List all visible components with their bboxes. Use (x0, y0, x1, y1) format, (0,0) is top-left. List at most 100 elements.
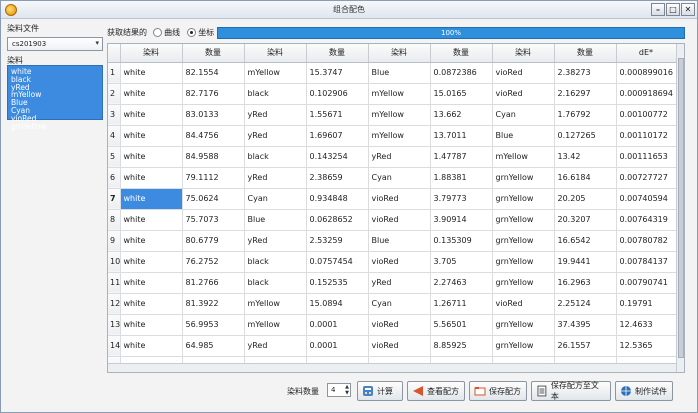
table-cell[interactable]: 0.00784137 (616, 251, 677, 273)
table-cell[interactable]: 1.26711 (430, 293, 493, 315)
column-header[interactable]: dE* (616, 44, 677, 63)
table-row[interactable]: 5 white 84.9588 black 0.143254 yRed 1.47787 mYe… (108, 146, 677, 168)
table-cell[interactable]: Cyan (492, 104, 555, 126)
coord-radio-label[interactable]: 坐标 (198, 28, 214, 37)
row-number[interactable]: 2 (108, 83, 121, 105)
table-cell[interactable]: 12.4633 (616, 314, 677, 336)
table-cell[interactable]: 3.90914 (430, 209, 493, 231)
table-cell[interactable]: 0.00780782 (616, 230, 677, 252)
table-cell[interactable]: 0.0872386 (430, 62, 493, 84)
table-cell[interactable]: vioRed (368, 251, 431, 273)
table-cell[interactable]: 15.3747 (306, 62, 369, 84)
table-cell[interactable]: 2.38273 (554, 62, 617, 84)
table-cell[interactable]: white (120, 83, 183, 105)
table-cell[interactable]: 75.0624 (182, 188, 245, 210)
table-cell[interactable]: 0.934848 (306, 188, 369, 210)
horizontal-scrollbar[interactable] (108, 363, 676, 372)
table-cell[interactable]: black (244, 251, 307, 273)
table-row[interactable]: 11 white 81.2766 black 0.152535 yRed 2.27463 gr… (108, 272, 677, 294)
table-cell[interactable]: 82.1554 (182, 62, 245, 84)
curve-radio-label[interactable]: 曲线 (164, 28, 180, 37)
row-number[interactable]: 1 (108, 62, 121, 84)
table-cell[interactable]: vioRed (368, 188, 431, 210)
table-row[interactable]: 10 white 76.2752 black 0.0757454 vioRed 3.705 g… (108, 251, 677, 273)
table-cell[interactable]: 20.3207 (554, 209, 617, 231)
save-recipe-text-button[interactable]: 保存配方至文本 (531, 381, 611, 401)
table-row[interactable]: 3 white 83.0133 yRed 1.55671 mYellow 13.662 Cya… (108, 104, 677, 126)
table-cell[interactable]: 0.00100772 (616, 104, 677, 126)
table-cell[interactable]: 0.00764319 (616, 209, 677, 231)
table-row[interactable]: 8 white 75.7073 Blue 0.0628652 vioRed 3.90914 g… (108, 209, 677, 231)
table-cell[interactable]: 2.38659 (306, 167, 369, 189)
table-cell[interactable]: grnYellow (492, 188, 555, 210)
table-cell[interactable]: mYellow (492, 146, 555, 168)
table-cell[interactable]: 0.000918694 (616, 83, 677, 105)
row-number[interactable]: 3 (108, 104, 121, 126)
table-cell[interactable]: mYellow (244, 293, 307, 315)
table-cell[interactable]: 1.88381 (430, 167, 493, 189)
table-row[interactable]: 6 white 79.1112 yRed 2.38659 Cyan 1.88381 grnYe… (108, 167, 677, 189)
table-cell[interactable]: white (120, 251, 183, 273)
table-cell[interactable]: 75.7073 (182, 209, 245, 231)
table-cell[interactable]: black (244, 146, 307, 168)
column-header[interactable]: 染料 (368, 44, 431, 63)
table-cell[interactable]: 0.00727727 (616, 167, 677, 189)
table-cell[interactable]: Blue (368, 62, 431, 84)
row-number[interactable]: 5 (108, 146, 121, 168)
table-cell[interactable]: 79.1112 (182, 167, 245, 189)
table-row[interactable]: 9 white 80.6779 yRed 2.53259 Blue 0.135309 grnY… (108, 230, 677, 252)
table-cell[interactable]: white (120, 335, 183, 357)
row-number[interactable]: 14 (108, 335, 121, 357)
save-recipe-button[interactable]: 保存配方 (469, 381, 527, 401)
table-cell[interactable]: grnYellow (492, 251, 555, 273)
table-cell[interactable]: white (120, 62, 183, 84)
table-cell[interactable]: mYellow (244, 62, 307, 84)
table-cell[interactable]: white (120, 272, 183, 294)
table-cell[interactable]: 3.705 (430, 251, 493, 273)
column-header[interactable]: 数量 (306, 44, 369, 63)
column-header[interactable]: 染料 (120, 44, 183, 63)
table-cell[interactable]: 0.00111653 (616, 146, 677, 168)
table-row[interactable]: 13 white 56.9953 mYellow 0.0001 vioRed 5.56501… (108, 314, 677, 336)
make-sample-button[interactable]: 制作试件 (615, 381, 673, 401)
table-cell[interactable]: Cyan (244, 188, 307, 210)
row-number-header[interactable] (108, 44, 121, 63)
table-cell[interactable]: 12.5365 (616, 335, 677, 357)
table-cell[interactable]: 82.7176 (182, 83, 245, 105)
table-cell[interactable]: 64.985 (182, 335, 245, 357)
table-cell[interactable]: white (120, 125, 183, 147)
calculate-button[interactable]: 计算 (357, 381, 403, 401)
table-cell[interactable]: 2.27463 (430, 272, 493, 294)
table-cell[interactable]: white (120, 188, 183, 210)
coord-radio[interactable] (186, 28, 196, 37)
table-cell[interactable]: 13.662 (430, 104, 493, 126)
table-cell[interactable]: 13.42 (554, 146, 617, 168)
table-cell[interactable]: 19.9441 (554, 251, 617, 273)
table-cell[interactable]: 37.4395 (554, 314, 617, 336)
table-cell[interactable]: 1.76792 (554, 104, 617, 126)
table-cell[interactable]: white (120, 230, 183, 252)
row-number[interactable]: 8 (108, 209, 121, 231)
table-cell[interactable]: 0.00740594 (616, 188, 677, 210)
table-cell[interactable]: 0.127265 (554, 125, 617, 147)
table-cell[interactable]: 0.135309 (430, 230, 493, 252)
column-header[interactable]: 数量 (554, 44, 617, 63)
table-cell[interactable]: grnYellow (492, 167, 555, 189)
table-cell[interactable]: black (244, 272, 307, 294)
table-cell[interactable]: white (120, 314, 183, 336)
table-cell[interactable]: 3.79773 (430, 188, 493, 210)
table-cell[interactable]: 15.0894 (306, 293, 369, 315)
table-cell[interactable]: 80.6779 (182, 230, 245, 252)
row-number[interactable]: 13 (108, 314, 121, 336)
vertical-scrollbar[interactable] (676, 44, 684, 372)
table-cell[interactable]: grnYellow (492, 272, 555, 294)
table-cell[interactable]: vioRed (492, 62, 555, 84)
table-cell[interactable]: yRed (244, 167, 307, 189)
table-cell[interactable]: 76.2752 (182, 251, 245, 273)
column-header[interactable]: 染料 (492, 44, 555, 63)
view-recipe-button[interactable]: 查看配方 (407, 381, 465, 401)
table-cell[interactable]: 2.16297 (554, 83, 617, 105)
table-cell[interactable]: grnYellow (492, 209, 555, 231)
table-cell[interactable]: 1.47787 (430, 146, 493, 168)
table-cell[interactable]: yRed (244, 125, 307, 147)
